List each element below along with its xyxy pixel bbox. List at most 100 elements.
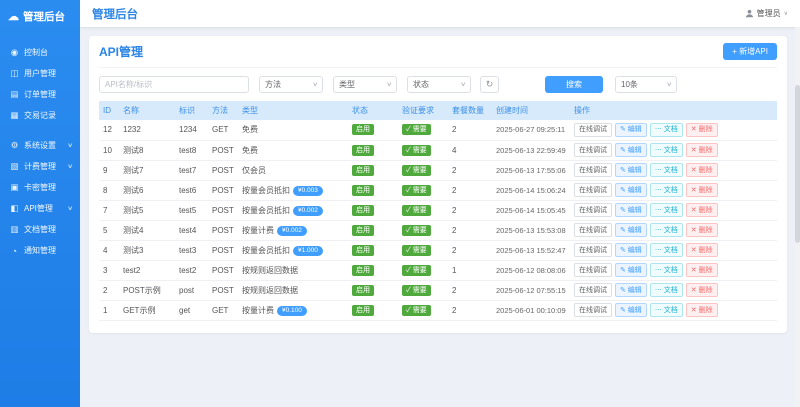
sidebar-item-计费管理[interactable]: ▧ 计费管理 ∨ xyxy=(0,156,80,177)
cell-verify: ✓ 需要 xyxy=(398,300,448,321)
cell-plan-count: 2 xyxy=(448,180,492,201)
doc-action-button[interactable]: ⋯ 文档 xyxy=(649,263,683,277)
type-label: 按量会员抵扣 xyxy=(242,185,290,195)
search-button[interactable]: 搜索 xyxy=(545,76,603,93)
method-select[interactable]: 方法 ∨ xyxy=(259,76,323,93)
cell-type: 仅会员 xyxy=(238,160,348,181)
cell-actions: 在线调试 ✎ 编辑 ⋯ 文档 ✕ 删除 xyxy=(570,300,777,321)
sidebar-item-API管理[interactable]: ◧ API管理 ∨ xyxy=(0,198,80,219)
header-title: 管理后台 xyxy=(92,8,138,21)
debug-action-button[interactable]: 在线调试 xyxy=(574,243,612,257)
delete-action-button[interactable]: ✕ 删除 xyxy=(685,243,718,257)
sidebar-item-卡密管理[interactable]: ▣ 卡密管理 xyxy=(0,177,80,198)
chevron-down-icon: ∨ xyxy=(385,82,392,88)
page-scrollbar xyxy=(795,27,800,407)
edit-action-button[interactable]: ✎ 编辑 xyxy=(615,223,647,237)
cell-status: 启用 xyxy=(348,140,398,161)
delete-action-button[interactable]: ✕ 删除 xyxy=(685,263,718,277)
delete-action-button[interactable]: ✕ 删除 xyxy=(685,122,718,137)
search-input[interactable] xyxy=(99,76,249,93)
cell-id: 4 xyxy=(99,240,119,261)
status-select[interactable]: 状态 ∨ xyxy=(407,76,471,93)
edit-action-button[interactable]: ✎ 编辑 xyxy=(615,163,647,177)
chevron-down-icon: ∨ xyxy=(783,11,788,17)
cell-method: POST xyxy=(208,240,238,261)
doc-action-button[interactable]: ⋯ 文档 xyxy=(649,143,683,157)
cell-created-time: 2025-06-14 15:05:45 xyxy=(492,200,570,221)
billing-icon: ▧ xyxy=(10,161,19,171)
edit-action-button[interactable]: ✎ 编辑 xyxy=(615,263,647,277)
delete-action-button[interactable]: ✕ 删除 xyxy=(685,303,718,317)
debug-action-button[interactable]: 在线调试 xyxy=(574,163,612,177)
card-icon: ▣ xyxy=(10,182,19,192)
doc-action-button[interactable]: ⋯ 文档 xyxy=(649,163,683,177)
edit-action-button[interactable]: ✎ 编辑 xyxy=(615,283,647,297)
edit-action-button[interactable]: ✎ 编辑 xyxy=(615,143,647,157)
delete-action-button[interactable]: ✕ 删除 xyxy=(685,163,718,177)
debug-action-button[interactable]: 在线调试 xyxy=(574,183,612,197)
cell-key: test8 xyxy=(175,140,208,161)
table-row: 4 测试3 test3 POST 按量会员抵扣 ¥1.000 启用 ✓ 需要 2 2025-06-… xyxy=(99,240,777,261)
status-badge: 启用 xyxy=(352,264,374,276)
delete-action-button[interactable]: ✕ 删除 xyxy=(685,203,718,217)
delete-action-button[interactable]: ✕ 删除 xyxy=(685,283,718,297)
table-header: ID 名称 标识 方法 类型 状态 验证要求 套餐数量 创建时间 操作 xyxy=(99,101,777,120)
edit-action-button[interactable]: ✎ 编辑 xyxy=(615,122,647,137)
column-header: 创建时间 xyxy=(492,101,570,120)
edit-action-button[interactable]: ✎ 编辑 xyxy=(615,183,647,197)
cell-status: 启用 xyxy=(348,300,398,321)
sidebar-item-系统设置[interactable]: ⚙ 系统设置 ∨ xyxy=(0,135,80,156)
records-icon: ▦ xyxy=(10,110,19,120)
debug-action-button[interactable]: 在线调试 xyxy=(574,122,612,137)
debug-action-button[interactable]: 在线调试 xyxy=(574,143,612,157)
edit-action-button[interactable]: ✎ 编辑 xyxy=(615,243,647,257)
type-select[interactable]: 类型 ∨ xyxy=(333,76,397,93)
cell-type: 免费 xyxy=(238,140,348,161)
reset-button[interactable]: ↻ xyxy=(480,76,499,93)
table-row: 2 POST示例 post POST 按规则返回数据 启用 ✓ 需要 2 2025-06-12 … xyxy=(99,280,777,301)
page-size-select[interactable]: 10条 ∨ xyxy=(615,76,677,93)
debug-action-button[interactable]: 在线调试 xyxy=(574,283,612,297)
cell-name: 测试7 xyxy=(119,160,175,181)
cell-name: 测试4 xyxy=(119,220,175,241)
cell-verify: ✓ 需要 xyxy=(398,280,448,301)
delete-action-button[interactable]: ✕ 删除 xyxy=(685,183,718,197)
sidebar-item-订单管理[interactable]: ▤ 订单管理 xyxy=(0,84,80,105)
delete-action-button[interactable]: ✕ 删除 xyxy=(685,143,718,157)
edit-action-button[interactable]: ✎ 编辑 xyxy=(615,203,647,217)
sidebar-item-用户管理[interactable]: ◫ 用户管理 xyxy=(0,63,80,84)
doc-action-button[interactable]: ⋯ 文档 xyxy=(649,223,683,237)
doc-action-button[interactable]: ⋯ 文档 xyxy=(649,183,683,197)
cell-type: 免费 xyxy=(238,120,348,141)
doc-action-button[interactable]: ⋯ 文档 xyxy=(649,122,683,137)
cell-plan-count: 2 xyxy=(448,120,492,141)
cell-status: 启用 xyxy=(348,160,398,181)
type-label: 免费 xyxy=(242,125,258,135)
cell-status: 启用 xyxy=(348,120,398,141)
status-badge: 启用 xyxy=(352,224,374,236)
delete-action-button[interactable]: ✕ 删除 xyxy=(685,223,718,237)
sidebar-item-文档管理[interactable]: ▥ 文档管理 xyxy=(0,219,80,240)
app-logo[interactable]: ☁ 管理后台 xyxy=(0,0,80,36)
chevron-down-icon: ∨ xyxy=(665,82,672,88)
debug-action-button[interactable]: 在线调试 xyxy=(574,203,612,217)
debug-action-button[interactable]: 在线调试 xyxy=(574,263,612,277)
debug-action-button[interactable]: 在线调试 xyxy=(574,223,612,237)
add-api-button[interactable]: + 新增API xyxy=(723,43,777,60)
doc-action-button[interactable]: ⋯ 文档 xyxy=(649,283,683,297)
debug-action-button[interactable]: 在线调试 xyxy=(574,303,612,317)
sidebar-item-通知管理[interactable]: ◔ 通知管理 xyxy=(0,240,80,261)
doc-action-button[interactable]: ⋯ 文档 xyxy=(649,303,683,317)
sidebar-item-label: 计费管理 xyxy=(24,162,56,171)
sidebar-item-交易记录[interactable]: ▦ 交易记录 xyxy=(0,105,80,126)
user-menu[interactable]: 管理员 ∨ xyxy=(745,8,788,19)
doc-action-button[interactable]: ⋯ 文档 xyxy=(649,203,683,217)
cell-method: POST xyxy=(208,260,238,281)
cell-id: 5 xyxy=(99,220,119,241)
doc-action-button[interactable]: ⋯ 文档 xyxy=(649,243,683,257)
cell-id: 8 xyxy=(99,180,119,201)
sidebar-item-控制台[interactable]: ◉ 控制台 xyxy=(0,42,80,63)
cell-name: 测试3 xyxy=(119,240,175,261)
scrollbar-thumb[interactable] xyxy=(795,85,800,243)
edit-action-button[interactable]: ✎ 编辑 xyxy=(615,303,647,317)
